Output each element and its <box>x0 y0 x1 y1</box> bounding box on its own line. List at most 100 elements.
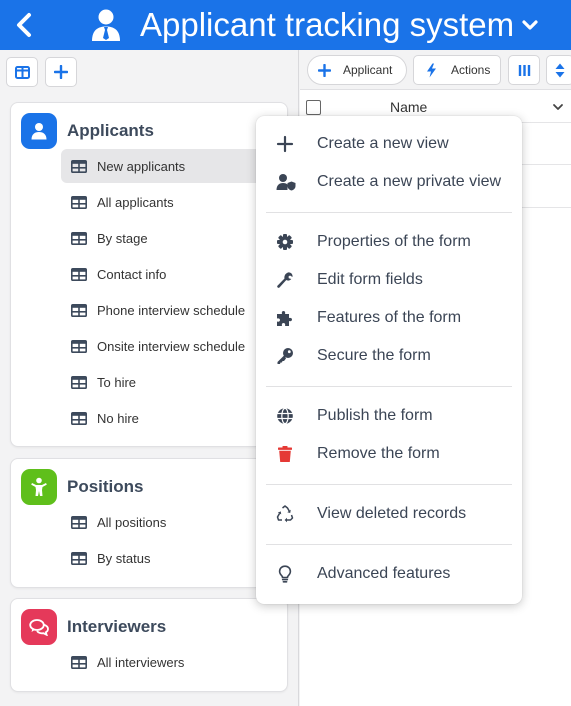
menu-item-label: Properties of the form <box>317 233 471 250</box>
plus-icon <box>276 135 294 153</box>
view-item-to-hire[interactable]: To hire <box>61 365 271 399</box>
chat-bubbles-icon <box>21 609 57 645</box>
menu-item-label: Create a new private view <box>317 173 502 190</box>
menu-item-label: Features of the form <box>317 309 462 326</box>
interviewers-card: Interviewers All interviewers <box>10 598 288 692</box>
app-header: Applicant tracking system <box>0 0 571 50</box>
actions-button[interactable]: Actions <box>413 55 501 85</box>
select-all-checkbox[interactable] <box>306 100 321 115</box>
view-label: All interviewers <box>97 654 185 670</box>
app-title: Applicant tracking system <box>140 6 515 43</box>
view-item-by-status[interactable]: By status <box>61 541 271 575</box>
chevron-down-icon[interactable] <box>519 14 541 36</box>
menu-divider <box>266 544 512 545</box>
menu-item-label: View deleted records <box>317 505 467 522</box>
menu-item-secure-form[interactable]: Secure the form <box>266 338 512 374</box>
table-icon <box>71 159 87 173</box>
sort-button[interactable] <box>546 55 571 85</box>
add-applicant-button[interactable]: Applicant <box>307 55 407 85</box>
lightning-icon <box>427 63 436 77</box>
menu-item-create-view[interactable]: Create a new view <box>266 126 512 162</box>
user-tie-icon <box>92 9 120 41</box>
menu-item-deleted-records[interactable]: View deleted records <box>266 496 512 532</box>
view-label: No hire <box>97 410 139 426</box>
menu-divider <box>266 386 512 387</box>
view-item-onsite-interview-schedule[interactable]: Onsite interview schedule <box>61 329 271 363</box>
puzzle-icon <box>277 311 292 326</box>
view-item-phone-interview-schedule[interactable]: Phone interview schedule <box>61 293 271 327</box>
table-icon <box>71 231 87 245</box>
menu-divider <box>266 484 512 485</box>
plus-icon <box>318 63 331 77</box>
lightbulb-icon <box>278 565 292 583</box>
table-icon <box>71 551 87 565</box>
table-icon <box>71 195 87 209</box>
menu-item-label: Publish the form <box>317 407 433 424</box>
view-label: Phone interview schedule <box>97 302 246 318</box>
table-icon <box>71 339 87 353</box>
sort-icon <box>555 63 565 77</box>
back-arrow-icon[interactable] <box>12 10 36 40</box>
section-title: Applicants <box>67 121 154 140</box>
view-label: By status <box>97 550 151 566</box>
view-item-by-stage[interactable]: By stage <box>61 221 271 255</box>
view-item-no-hire[interactable]: No hire <box>61 401 271 435</box>
table-icon <box>71 411 87 425</box>
toggle-layout-button[interactable] <box>6 57 38 87</box>
menu-divider <box>266 212 512 213</box>
add-applicant-label: Applicant <box>343 63 393 77</box>
chevron-down-icon[interactable] <box>552 101 564 113</box>
interviewers-header[interactable]: Interviewers <box>21 609 166 645</box>
menu-item-label: Advanced features <box>317 565 451 582</box>
menu-item-create-private-view[interactable]: Create a new private view <box>266 164 512 200</box>
menu-item-edit-fields[interactable]: Edit form fields <box>266 262 512 298</box>
section-title: Interviewers <box>67 617 167 636</box>
columns-icon <box>518 64 530 76</box>
add-form-button[interactable] <box>45 57 77 87</box>
menu-item-form-features[interactable]: Features of the form <box>266 300 512 336</box>
view-label: Contact info <box>97 266 167 282</box>
menu-item-label: Create a new view <box>317 135 449 152</box>
trash-icon <box>278 446 292 462</box>
menu-item-label: Remove the form <box>317 445 440 462</box>
layout-icon <box>14 65 30 79</box>
view-label: Onsite interview schedule <box>97 338 246 354</box>
table-icon <box>71 375 87 389</box>
view-label: To hire <box>97 374 137 390</box>
applicants-header[interactable]: Applicants <box>21 113 154 149</box>
recycle-icon <box>276 505 294 523</box>
form-actions-menu: Create a new view Create a new private v… <box>256 116 522 604</box>
globe-icon <box>277 407 293 425</box>
applicants-card: Applicants New applicants All applicants… <box>10 102 288 447</box>
actions-label: Actions <box>451 63 491 77</box>
positions-header[interactable]: Positions <box>21 469 144 505</box>
table-icon <box>71 515 87 529</box>
person-up-icon <box>21 469 57 505</box>
view-item-contact-info[interactable]: Contact info <box>61 257 271 291</box>
table-icon <box>71 655 87 669</box>
menu-item-advanced-features[interactable]: Advanced features <box>266 556 512 592</box>
column-header-name[interactable]: Name <box>390 99 427 115</box>
columns-button[interactable] <box>508 55 540 85</box>
view-label: New applicants <box>97 158 186 174</box>
plus-icon <box>54 65 68 79</box>
key-icon <box>277 348 293 364</box>
forms-sidebar: Applicants New applicants All applicants… <box>0 50 299 706</box>
section-title: Positions <box>67 477 144 496</box>
menu-item-form-properties[interactable]: Properties of the form <box>266 224 512 260</box>
view-item-new-applicants[interactable]: New applicants <box>61 149 271 183</box>
positions-card: Positions All positions By status <box>10 458 288 588</box>
view-label: All applicants <box>97 194 174 210</box>
view-item-all-positions[interactable]: All positions <box>61 505 271 539</box>
view-item-all-applicants[interactable]: All applicants <box>61 185 271 219</box>
table-icon <box>71 267 87 281</box>
view-item-all-interviewers[interactable]: All interviewers <box>61 645 271 679</box>
records-toolbar: Applicant Actions <box>300 50 571 90</box>
user-shield-icon <box>276 174 296 191</box>
menu-item-label: Secure the form <box>317 347 431 364</box>
table-icon <box>71 303 87 317</box>
menu-item-remove-form[interactable]: Remove the form <box>266 436 512 472</box>
menu-item-label: Edit form fields <box>317 271 423 288</box>
view-label: All positions <box>97 514 167 530</box>
menu-item-publish-form[interactable]: Publish the form <box>266 398 512 434</box>
